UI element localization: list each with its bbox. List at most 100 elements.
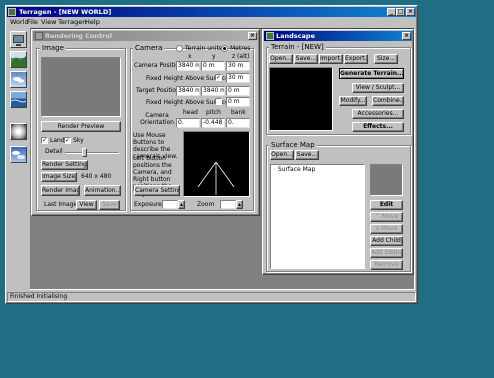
target-position-label: Target Position [136,87,180,94]
save-last-image-button[interactable]: Save [99,200,120,210]
terrain-import-button[interactable]: Import... [319,54,343,64]
tree-branch-icon: · [274,166,276,173]
camera-settings-button[interactable]: Camera Settings... [134,185,180,196]
image-preview [41,57,121,117]
metres-label: Metres [230,45,251,52]
bank-field[interactable]: 0. [226,118,250,128]
rendering-control-close-button[interactable]: × [248,32,257,40]
landscape-icon-glyph [11,56,26,67]
remove-button[interactable]: Remove [370,260,403,270]
camera-y-field[interactable]: 0 m [201,61,225,71]
terrain-export-button[interactable]: Export... [344,54,368,64]
surface-open-button[interactable]: Open... [270,150,294,160]
move-down-button[interactable]: v Move [370,224,403,234]
menu-terragen[interactable]: Terragen [58,18,86,26]
terrain-size-button[interactable]: Size... [374,54,398,64]
landscape-titlebar[interactable]: Landscape [264,31,412,41]
terrain-save-button[interactable]: Save... [294,54,318,64]
water-icon-glyph [10,99,27,103]
rendering-control-titlebar[interactable]: Rendering Control [33,31,258,41]
col-y-header: y [212,53,216,60]
landscape-close-button[interactable]: × [402,32,411,40]
camera-group-title: Camera [133,44,165,52]
effects-button[interactable]: Effects... [352,122,404,132]
surface-save-button[interactable]: Save... [295,150,319,160]
view-last-image-button[interactable]: View [76,200,97,210]
exposure-field[interactable] [162,200,178,209]
status-bar: Finished Initialising [7,292,416,302]
add-sibling-button[interactable]: Add Sibling [370,248,403,258]
view-sculpt-button[interactable]: View / Sculpt... [352,83,404,93]
metres-radio[interactable] [221,45,228,52]
surface-map-tree[interactable]: · Surface Map [270,164,365,269]
camera-view-canvas[interactable] [183,131,250,197]
last-image-label: Last Image: [44,201,80,208]
sun-icon[interactable] [10,123,27,140]
target-x-field[interactable]: 3840 m [176,86,200,96]
render-preview-button[interactable]: Render Preview [41,121,121,132]
render-icon-glyph [13,35,24,46]
add-child-button[interactable]: Add Child [370,236,403,246]
status-text: Finished Initialising [10,293,68,300]
app-title: Terragen - [NEW WORLD] [19,8,112,16]
zoom-spinner[interactable]: ▴ [236,200,243,209]
combine-button[interactable]: Combine... [372,96,404,106]
detail-slider-thumb[interactable] [82,148,87,157]
render-settings-button[interactable]: Render Settings... [41,160,88,170]
render-image-button[interactable]: Render Image [41,185,80,196]
camera-fixed-height-field[interactable]: 30 m [226,73,250,83]
app-icon [8,8,16,16]
camera-z-field[interactable]: 30 m [226,61,250,71]
exposure-spinner[interactable]: ▴ [178,200,185,209]
camera-fixed-height-checkbox[interactable]: ✓ [215,74,222,81]
terrain-open-button[interactable]: Open... [269,54,293,64]
menu-view[interactable]: View [41,18,56,26]
menu-help[interactable]: Help [85,18,100,26]
modify-button[interactable]: Modify... [339,96,367,106]
accessories-button[interactable]: Accessories... [352,109,404,119]
target-z-field[interactable]: 0 m [226,86,250,96]
cloud-icon[interactable] [10,146,27,163]
surface-map-group-title: Surface Map [269,141,317,149]
image-size-value: 640 x 480 [81,173,112,180]
animation-button[interactable]: Animation... [84,185,121,196]
col-head-header: head [183,109,198,116]
water-icon[interactable] [10,91,27,108]
menu-file[interactable]: File [27,18,38,26]
camera-orientation-label: Camera Orientation [140,112,174,126]
surface-map-preview [370,164,403,196]
terrain-preview[interactable] [269,67,333,131]
app-titlebar[interactable]: Terragen - [NEW WORLD] [7,7,416,17]
camera-frustum-icon [197,161,235,195]
maximize-button[interactable]: □ [396,8,405,16]
close-button[interactable]: × [406,8,415,16]
target-fixed-height-field[interactable]: 0 m [226,97,250,107]
sky-icon[interactable] [10,71,27,88]
generate-terrain-button[interactable]: Generate Terrain... [339,68,404,79]
landscape-icon[interactable] [10,51,27,68]
move-up-button[interactable]: ^ Move [370,212,403,222]
sky-label: Sky [73,137,84,144]
terrain-units-radio[interactable] [176,45,183,52]
rendering-control-title: Rendering Control [45,32,112,40]
exposure-label: Exposure [134,201,162,208]
detail-slider-track[interactable] [65,152,119,154]
land-checkbox[interactable]: ✓ [41,137,48,144]
target-fixed-height-checkbox[interactable] [215,98,222,105]
col-z-header: z (alt) [232,53,250,60]
terrain-units-label: Terrain units [185,45,222,52]
head-field[interactable]: 0. [176,118,200,128]
pitch-field[interactable]: -0.448 [201,118,225,128]
menu-world[interactable]: World [10,18,29,26]
image-size-button[interactable]: Image Size... [41,172,77,182]
zoom-field[interactable] [220,200,236,209]
camera-x-field[interactable]: 3840 m [176,61,200,71]
landscape-title: Landscape [276,32,315,40]
render-icon[interactable] [10,31,27,48]
sky-checkbox[interactable]: ✓ [64,137,71,144]
target-y-field[interactable]: 3840 m [201,86,225,96]
tree-item-surface-map[interactable]: · Surface Map [274,166,315,174]
minimize-button[interactable]: _ [387,8,396,16]
surface-edit-button[interactable]: Edit [370,200,403,210]
cloud-icon-glyph [12,151,25,159]
